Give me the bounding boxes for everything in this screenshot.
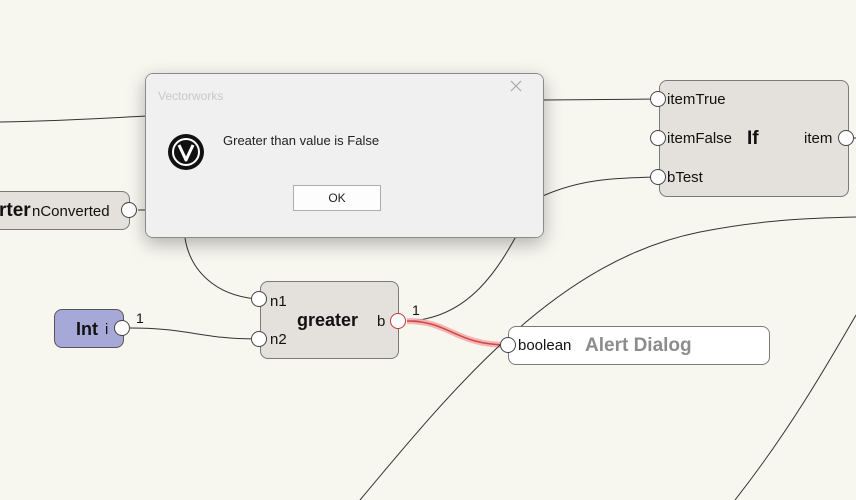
greater-b-label: b [377,313,386,330]
dialog-message: Greater than value is False [223,133,380,148]
converter-title: rter [0,200,31,221]
alert-boolean-label: boolean [518,337,572,354]
int-output-port[interactable] [114,320,130,336]
int-edge-count: 1 [136,310,144,326]
wire-to-itemtrue [543,98,659,101]
alert-dialog-node[interactable]: boolean Alert Dialog [508,326,770,365]
if-itemtrue-port[interactable] [650,91,666,107]
alert-boolean-port[interactable] [500,337,516,353]
if-itemfalse-port[interactable] [650,130,666,146]
greater-n2-port[interactable] [251,331,267,347]
vectorworks-logo-icon [168,134,204,170]
node-graph-canvas[interactable]: rter nConverted Int i 1 n1 n2 greater b … [0,0,856,500]
int-title: Int [76,319,98,339]
converter-output-label: nConverted [32,203,110,220]
converter-output-port[interactable] [121,202,137,218]
wire-to-n1 [184,237,259,300]
wire-int-to-n2 [129,327,259,340]
greater-n1-label: n1 [270,293,287,310]
wire-left-top [0,115,147,123]
greater-n1-port[interactable] [251,291,267,307]
dialog-titlebar[interactable]: Vectorworks [146,74,543,108]
if-node[interactable]: itemTrue itemFalse bTest If item [659,80,849,197]
if-title: If [747,128,759,149]
if-item-output-port[interactable] [838,130,854,146]
converter-node[interactable]: rter nConverted [0,191,130,230]
if-itemfalse-label: itemFalse [667,130,733,147]
int-output-label: i [105,321,109,338]
if-itemtrue-label: itemTrue [667,91,726,108]
if-btest-label: bTest [667,169,703,186]
ok-button[interactable]: OK [293,185,381,211]
greater-b-port[interactable] [390,313,406,329]
greater-edge-count: 1 [412,302,420,318]
if-btest-port[interactable] [650,169,666,185]
greater-n2-label: n2 [270,331,287,348]
alert-title: Alert Dialog [585,335,692,356]
wire-b-to-boolean-highlight [406,318,509,348]
dialog-body: Greater than value is False OK [146,108,543,237]
greater-node[interactable]: n1 n2 greater b [260,281,399,359]
close-icon[interactable] [507,78,525,96]
alert-dialog-window[interactable]: Vectorworks Greater than value is False … [145,73,544,238]
if-item-label: item [804,130,833,147]
greater-title: greater [297,310,359,330]
dialog-title: Vectorworks [158,89,224,103]
